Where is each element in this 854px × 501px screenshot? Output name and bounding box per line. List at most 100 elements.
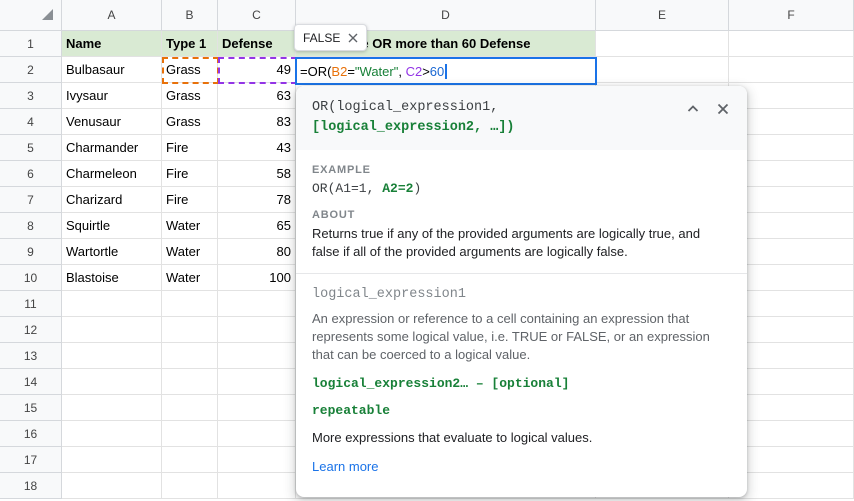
cell-A1[interactable]: Name bbox=[62, 31, 162, 57]
row-header-16[interactable]: 16 bbox=[0, 421, 62, 447]
cell-C18[interactable] bbox=[218, 473, 296, 499]
cell-B16[interactable] bbox=[162, 421, 218, 447]
cell-B17[interactable] bbox=[162, 447, 218, 473]
cell-E1[interactable] bbox=[596, 31, 729, 57]
cell-A8[interactable]: Squirtle bbox=[62, 213, 162, 239]
row-header-18[interactable]: 18 bbox=[0, 473, 62, 499]
cell-B18[interactable] bbox=[162, 473, 218, 499]
cell-F16[interactable] bbox=[729, 421, 854, 447]
cell-B13[interactable] bbox=[162, 343, 218, 369]
cell-F13[interactable] bbox=[729, 343, 854, 369]
row-header-5[interactable]: 5 bbox=[0, 135, 62, 161]
row-header-1[interactable]: 1 bbox=[0, 31, 62, 57]
cell-C5[interactable]: 43 bbox=[218, 135, 296, 161]
column-header-F[interactable]: F bbox=[729, 0, 854, 31]
cell-C8[interactable]: 65 bbox=[218, 213, 296, 239]
cell-A12[interactable] bbox=[62, 317, 162, 343]
cell-C10[interactable]: 100 bbox=[218, 265, 296, 291]
cell-C1[interactable]: Defense bbox=[218, 31, 296, 57]
cell-B6[interactable]: Fire bbox=[162, 161, 218, 187]
row-header-12[interactable]: 12 bbox=[0, 317, 62, 343]
close-icon[interactable] bbox=[348, 33, 358, 43]
cell-F14[interactable] bbox=[729, 369, 854, 395]
cell-C17[interactable] bbox=[218, 447, 296, 473]
row-header-4[interactable]: 4 bbox=[0, 109, 62, 135]
column-header-C[interactable]: C bbox=[218, 0, 296, 31]
cell-C12[interactable] bbox=[218, 317, 296, 343]
row-header-11[interactable]: 11 bbox=[0, 291, 62, 317]
cell-C4[interactable]: 83 bbox=[218, 109, 296, 135]
cell-A10[interactable]: Blastoise bbox=[62, 265, 162, 291]
cell-B8[interactable]: Water bbox=[162, 213, 218, 239]
cell-B5[interactable]: Fire bbox=[162, 135, 218, 161]
column-header-E[interactable]: E bbox=[596, 0, 729, 31]
cell-F8[interactable] bbox=[729, 213, 854, 239]
cell-F6[interactable] bbox=[729, 161, 854, 187]
cell-B4[interactable]: Grass bbox=[162, 109, 218, 135]
cell-B11[interactable] bbox=[162, 291, 218, 317]
row-header-3[interactable]: 3 bbox=[0, 83, 62, 109]
select-all-corner[interactable] bbox=[0, 0, 62, 31]
column-header-B[interactable]: B bbox=[162, 0, 218, 31]
cell-A11[interactable] bbox=[62, 291, 162, 317]
cell-A7[interactable]: Charizard bbox=[62, 187, 162, 213]
cell-A16[interactable] bbox=[62, 421, 162, 447]
cell-C15[interactable] bbox=[218, 395, 296, 421]
cell-B7[interactable]: Fire bbox=[162, 187, 218, 213]
cell-B14[interactable] bbox=[162, 369, 218, 395]
formula-cell-editor[interactable]: =OR(B2="Water", C2>60 bbox=[295, 57, 597, 85]
cell-F2[interactable] bbox=[729, 57, 854, 83]
cell-F17[interactable] bbox=[729, 447, 854, 473]
cell-E2[interactable] bbox=[596, 57, 729, 83]
cell-B9[interactable]: Water bbox=[162, 239, 218, 265]
cell-C7[interactable]: 78 bbox=[218, 187, 296, 213]
cell-A13[interactable] bbox=[62, 343, 162, 369]
cell-B10[interactable]: Water bbox=[162, 265, 218, 291]
cell-A14[interactable] bbox=[62, 369, 162, 395]
cell-A6[interactable]: Charmeleon bbox=[62, 161, 162, 187]
cell-C2[interactable]: 49 bbox=[218, 57, 296, 83]
row-header-17[interactable]: 17 bbox=[0, 447, 62, 473]
cell-A4[interactable]: Venusaur bbox=[62, 109, 162, 135]
cell-F5[interactable] bbox=[729, 135, 854, 161]
cell-C13[interactable] bbox=[218, 343, 296, 369]
cell-C11[interactable] bbox=[218, 291, 296, 317]
row-header-14[interactable]: 14 bbox=[0, 369, 62, 395]
cell-A17[interactable] bbox=[62, 447, 162, 473]
cell-F15[interactable] bbox=[729, 395, 854, 421]
cell-A2[interactable]: Bulbasaur bbox=[62, 57, 162, 83]
cell-F7[interactable] bbox=[729, 187, 854, 213]
row-header-8[interactable]: 8 bbox=[0, 213, 62, 239]
cell-F12[interactable] bbox=[729, 317, 854, 343]
cell-A9[interactable]: Wartortle bbox=[62, 239, 162, 265]
cell-F1[interactable] bbox=[729, 31, 854, 57]
cell-C9[interactable]: 80 bbox=[218, 239, 296, 265]
row-header-9[interactable]: 9 bbox=[0, 239, 62, 265]
row-header-7[interactable]: 7 bbox=[0, 187, 62, 213]
cell-F11[interactable] bbox=[729, 291, 854, 317]
row-header-15[interactable]: 15 bbox=[0, 395, 62, 421]
cell-B1[interactable]: Type 1 bbox=[162, 31, 218, 57]
collapse-icon[interactable] bbox=[683, 99, 703, 119]
row-header-6[interactable]: 6 bbox=[0, 161, 62, 187]
cell-C6[interactable]: 58 bbox=[218, 161, 296, 187]
cell-B15[interactable] bbox=[162, 395, 218, 421]
cell-A3[interactable]: Ivysaur bbox=[62, 83, 162, 109]
column-header-A[interactable]: A bbox=[62, 0, 162, 31]
cell-A5[interactable]: Charmander bbox=[62, 135, 162, 161]
cell-F18[interactable] bbox=[729, 473, 854, 499]
cell-F9[interactable] bbox=[729, 239, 854, 265]
cell-C3[interactable]: 63 bbox=[218, 83, 296, 109]
cell-B2[interactable]: Grass bbox=[162, 57, 218, 83]
cell-C16[interactable] bbox=[218, 421, 296, 447]
close-icon[interactable] bbox=[713, 99, 733, 119]
cell-F10[interactable] bbox=[729, 265, 854, 291]
cell-F4[interactable] bbox=[729, 109, 854, 135]
row-header-10[interactable]: 10 bbox=[0, 265, 62, 291]
learn-more-link[interactable]: Learn more bbox=[312, 459, 378, 474]
cell-A18[interactable] bbox=[62, 473, 162, 499]
cell-B12[interactable] bbox=[162, 317, 218, 343]
row-header-13[interactable]: 13 bbox=[0, 343, 62, 369]
cell-B3[interactable]: Grass bbox=[162, 83, 218, 109]
cell-C14[interactable] bbox=[218, 369, 296, 395]
